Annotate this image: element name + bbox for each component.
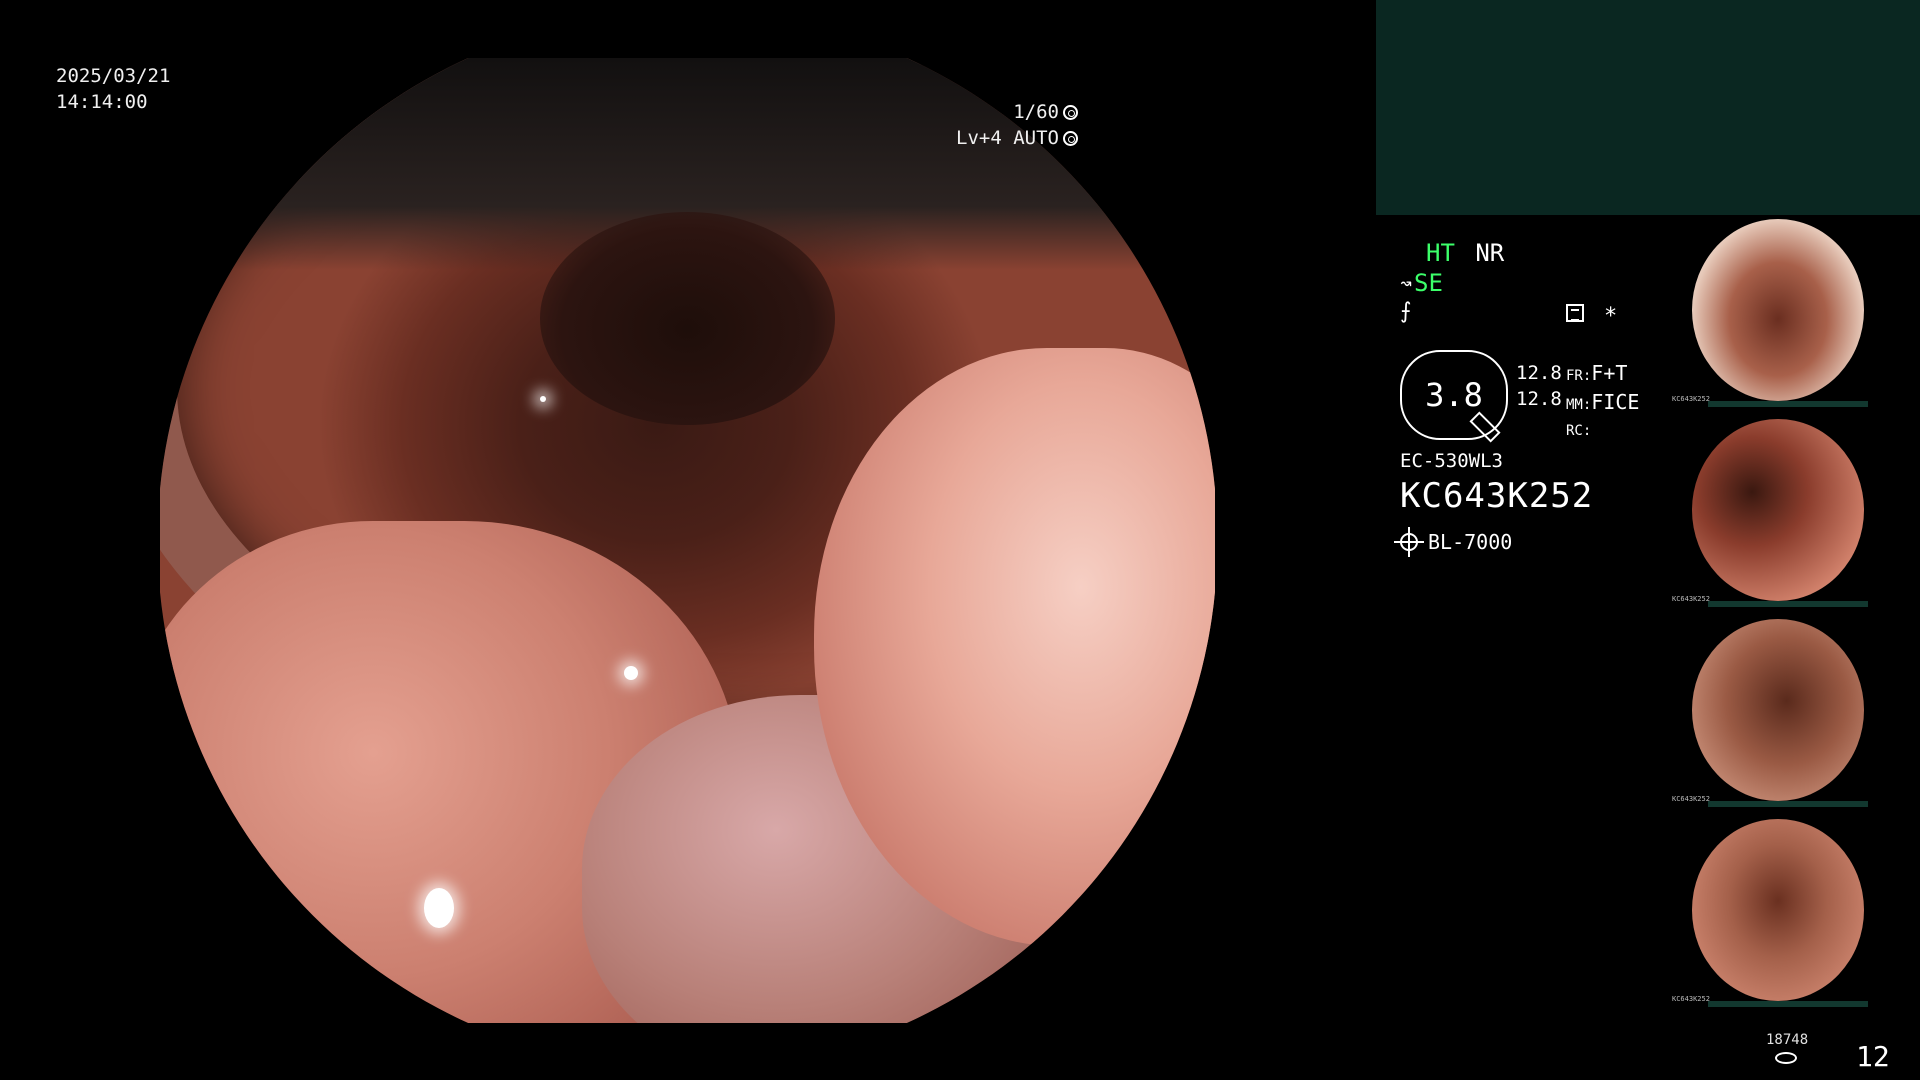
light-source-icon [1394, 527, 1424, 557]
image-count: 12 [1856, 1040, 1890, 1073]
scope-bend-icon: ↝ [1400, 271, 1413, 295]
nr-indicator: NR [1475, 239, 1505, 267]
thumbnail-bar [1708, 801, 1868, 807]
rc-label: RC: [1566, 423, 1592, 439]
light-reflection [539, 395, 546, 402]
thumbnail[interactable]: KC643K252 [1668, 415, 1920, 607]
mm-label: MM: [1566, 397, 1592, 413]
gauge-values: 12.8 12.8 [1516, 360, 1562, 412]
thumbnail-image [1692, 819, 1864, 1001]
storage-icon [1775, 1052, 1797, 1064]
date-text: 2025/03/21 [56, 65, 171, 87]
thumbnail[interactable]: KC643K252 [1668, 615, 1920, 807]
thumbnail-label: KC643K252 [1672, 395, 1710, 403]
thumbnail-image [1692, 619, 1864, 801]
gauge: 3.8 [1400, 350, 1508, 443]
fr-label: FR: [1566, 368, 1592, 384]
freeze-icon: ⨍ [1400, 299, 1412, 324]
scope-serial: KC643K252 [1400, 476, 1594, 516]
auto-icon [1063, 130, 1078, 146]
gauge-value: 3.8 [1425, 376, 1483, 414]
thumbnail-bar [1708, 401, 1868, 407]
thumbnail-bar [1708, 601, 1868, 607]
mode-labels: FR:F+T MM:FICE RC: [1566, 360, 1639, 444]
exposure-info: 1/60 Lv+4 AUTO [956, 99, 1078, 151]
asterisk-icon: * [1604, 304, 1618, 329]
gauge-area: 3.8 12.8 12.8 FR:F+T MM:FICE RC: [1400, 350, 1670, 450]
thumbnail-strip: KC643K252 KC643K252 KC643K252 KC643K252 [1668, 215, 1920, 1015]
thumbnail-label: KC643K252 [1672, 595, 1710, 603]
endoscope-view [160, 58, 1215, 1023]
thumbnail[interactable]: KC643K252 [1668, 815, 1920, 1007]
mode-icons: * [1566, 304, 1617, 329]
thumbnail-label: KC643K252 [1672, 995, 1710, 1003]
thumbnail-bar [1708, 1001, 1868, 1007]
list-icon [1566, 304, 1584, 322]
status-panel: HT NR ↝ SE ⨍ * 3.8 12.8 12.8 FR:F+T MM:F… [1394, 238, 1670, 557]
lumen [539, 212, 836, 425]
storage-count: 18748 [1766, 1032, 1809, 1048]
info-panel-header [1376, 0, 1920, 215]
thumbnail-label: KC643K252 [1672, 795, 1710, 803]
endoscope-image [160, 58, 1215, 1023]
mm-value: FICE [1591, 390, 1640, 414]
thumbnail-image [1692, 219, 1864, 401]
level-text: Lv+4 AUTO [956, 127, 1059, 149]
se-indicator: SE [1414, 269, 1443, 297]
shutter-icon [1063, 104, 1078, 120]
scope-model: EC-530WL3 [1400, 450, 1503, 472]
light-source: BL-7000 [1394, 527, 1513, 557]
fr-value: F+T [1591, 361, 1628, 385]
scope-icon [1469, 411, 1501, 443]
ht-indicator: HT [1426, 239, 1455, 267]
light-source-label: BL-7000 [1428, 530, 1513, 554]
thumbnail-image [1692, 419, 1864, 601]
light-reflection [423, 887, 454, 928]
shutter-speed: 1/60 [1013, 101, 1059, 123]
thumbnail[interactable]: KC643K252 [1668, 215, 1920, 407]
value-2: 12.8 [1516, 388, 1562, 410]
value-1: 12.8 [1516, 362, 1562, 384]
time-text: 14:14:00 [56, 91, 148, 113]
datetime: 2025/03/21 14:14:00 [56, 63, 170, 115]
